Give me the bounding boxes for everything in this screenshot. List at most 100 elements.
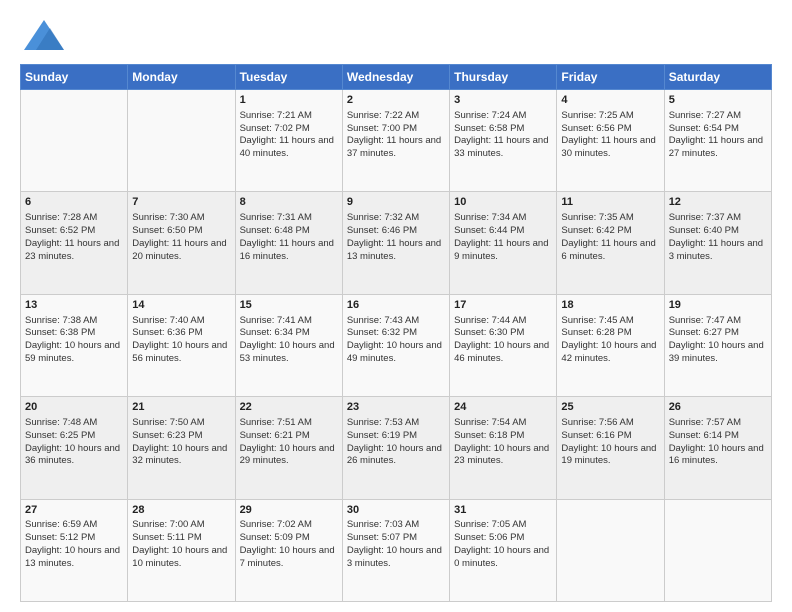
calendar-cell: 24Sunrise: 7:54 AMSunset: 6:18 PMDayligh… (450, 397, 557, 499)
day-info: Daylight: 11 hours and 9 minutes. (454, 238, 552, 264)
day-info: Sunset: 5:09 PM (240, 532, 338, 545)
day-number: 11 (561, 195, 659, 210)
calendar-cell: 15Sunrise: 7:41 AMSunset: 6:34 PMDayligh… (235, 294, 342, 396)
day-info: Daylight: 10 hours and 53 minutes. (240, 340, 338, 366)
day-info: Daylight: 10 hours and 39 minutes. (669, 340, 767, 366)
calendar-cell: 27Sunrise: 6:59 AMSunset: 5:12 PMDayligh… (21, 499, 128, 601)
day-info: Sunset: 6:46 PM (347, 225, 445, 238)
day-info: Sunset: 6:18 PM (454, 430, 552, 443)
day-info: Sunrise: 7:48 AM (25, 417, 123, 430)
week-row-3: 13Sunrise: 7:38 AMSunset: 6:38 PMDayligh… (21, 294, 772, 396)
day-number: 29 (240, 503, 338, 518)
day-info: Daylight: 11 hours and 13 minutes. (347, 238, 445, 264)
calendar-cell: 22 Sunrise: 7:51 AMSunset: 6:21 PMDayligh… (235, 397, 342, 499)
day-info: Daylight: 10 hours and 3 minutes. (347, 545, 445, 571)
day-info: Sunrise: 7:53 AM (347, 417, 445, 430)
day-info: Daylight: 11 hours and 37 minutes. (347, 135, 445, 161)
day-info: Sunrise: 7:31 AM (240, 212, 338, 225)
day-info: Sunset: 6:54 PM (669, 123, 767, 136)
day-info: Sunrise: 7:22 AM (347, 110, 445, 123)
day-number: 30 (347, 503, 445, 518)
day-info: Sunset: 6:52 PM (25, 225, 123, 238)
day-info: Sunset: 6:44 PM (454, 225, 552, 238)
day-info: Daylight: 11 hours and 6 minutes. (561, 238, 659, 264)
day-info: Sunrise: 7:02 AM (240, 519, 338, 532)
day-info: Sunset: 6:25 PM (25, 430, 123, 443)
day-number: 2 (347, 93, 445, 108)
day-info: Sunset: 6:40 PM (669, 225, 767, 238)
day-info: Daylight: 10 hours and 19 minutes. (561, 443, 659, 469)
week-row-1: 1Sunrise: 7:21 AMSunset: 7:02 PMDaylight… (21, 90, 772, 192)
day-number: 8 (240, 195, 338, 210)
day-number: 10 (454, 195, 552, 210)
day-info: Sunset: 6:19 PM (347, 430, 445, 443)
day-info: Daylight: 10 hours and 10 minutes. (132, 545, 230, 571)
day-info: Sunrise: 7:24 AM (454, 110, 552, 123)
calendar-cell: 3Sunrise: 7:24 AMSunset: 6:58 PMDaylight… (450, 90, 557, 192)
day-info: Sunrise: 7:35 AM (561, 212, 659, 225)
day-info: Daylight: 11 hours and 16 minutes. (240, 238, 338, 264)
day-info: Sunrise: 7:21 AM (240, 110, 338, 123)
day-info: Daylight: 10 hours and 23 minutes. (454, 443, 552, 469)
day-info: Sunrise: 7:05 AM (454, 519, 552, 532)
weekday-header-sunday: Sunday (21, 65, 128, 90)
day-number: 1 (240, 93, 338, 108)
day-info: Sunrise: 7:45 AM (561, 315, 659, 328)
day-info: Sunrise: 7:51 AM (240, 417, 338, 430)
day-info: Daylight: 11 hours and 20 minutes. (132, 238, 230, 264)
day-info: Sunset: 6:28 PM (561, 327, 659, 340)
day-info: Daylight: 11 hours and 40 minutes. (240, 135, 338, 161)
weekday-header-wednesday: Wednesday (342, 65, 449, 90)
day-number: 13 (25, 298, 123, 313)
calendar-cell: 28Sunrise: 7:00 AMSunset: 5:11 PMDayligh… (128, 499, 235, 601)
weekday-header-row: SundayMondayTuesdayWednesdayThursdayFrid… (21, 65, 772, 90)
calendar-cell: 14Sunrise: 7:40 AMSunset: 6:36 PMDayligh… (128, 294, 235, 396)
day-info: Sunrise: 7:25 AM (561, 110, 659, 123)
weekday-header-friday: Friday (557, 65, 664, 90)
calendar-cell (664, 499, 771, 601)
day-info: Sunrise: 6:59 AM (25, 519, 123, 532)
day-number: 26 (669, 400, 767, 415)
day-info: Sunset: 6:21 PM (240, 430, 338, 443)
day-number: 15 (240, 298, 338, 313)
day-info: Daylight: 11 hours and 23 minutes. (25, 238, 123, 264)
calendar-cell: 26Sunrise: 7:57 AMSunset: 6:14 PMDayligh… (664, 397, 771, 499)
calendar-cell: 9Sunrise: 7:32 AMSunset: 6:46 PMDaylight… (342, 192, 449, 294)
day-info: Sunset: 7:00 PM (347, 123, 445, 136)
day-info: Sunrise: 7:44 AM (454, 315, 552, 328)
day-number: 21 (132, 400, 230, 415)
calendar-cell (557, 499, 664, 601)
calendar-cell: 8Sunrise: 7:31 AMSunset: 6:48 PMDaylight… (235, 192, 342, 294)
day-info: Sunrise: 7:50 AM (132, 417, 230, 430)
day-number: 18 (561, 298, 659, 313)
day-info: Sunset: 5:11 PM (132, 532, 230, 545)
calendar-cell: 31Sunrise: 7:05 AMSunset: 5:06 PMDayligh… (450, 499, 557, 601)
page: SundayMondayTuesdayWednesdayThursdayFrid… (0, 0, 792, 612)
weekday-header-thursday: Thursday (450, 65, 557, 90)
day-info: Daylight: 10 hours and 36 minutes. (25, 443, 123, 469)
calendar-cell: 4Sunrise: 7:25 AMSunset: 6:56 PMDaylight… (557, 90, 664, 192)
day-info: Sunrise: 7:43 AM (347, 315, 445, 328)
calendar-cell: 18 Sunrise: 7:45 AMSunset: 6:28 PMDayligh… (557, 294, 664, 396)
calendar-cell: 5Sunrise: 7:27 AMSunset: 6:54 PMDaylight… (664, 90, 771, 192)
day-info: Daylight: 10 hours and 49 minutes. (347, 340, 445, 366)
day-number: 20 (25, 400, 123, 415)
day-number: 7 (132, 195, 230, 210)
calendar-cell: 13Sunrise: 7:38 AMSunset: 6:38 PMDayligh… (21, 294, 128, 396)
day-info: Sunset: 7:02 PM (240, 123, 338, 136)
day-info: Daylight: 10 hours and 46 minutes. (454, 340, 552, 366)
day-info: Sunset: 6:27 PM (669, 327, 767, 340)
day-info: Daylight: 10 hours and 42 minutes. (561, 340, 659, 366)
header (20, 16, 772, 56)
day-number: 27 (25, 503, 123, 518)
calendar-cell: 30Sunrise: 7:03 AMSunset: 5:07 PMDayligh… (342, 499, 449, 601)
day-info: Sunrise: 7:57 AM (669, 417, 767, 430)
day-number: 22 (240, 400, 338, 415)
day-number: 19 (669, 298, 767, 313)
day-info: Sunrise: 7:30 AM (132, 212, 230, 225)
day-number: 25 (561, 400, 659, 415)
day-info: Sunset: 6:38 PM (25, 327, 123, 340)
day-info: Sunrise: 7:40 AM (132, 315, 230, 328)
day-info: Daylight: 10 hours and 29 minutes. (240, 443, 338, 469)
calendar-cell: 7Sunrise: 7:30 AMSunset: 6:50 PMDaylight… (128, 192, 235, 294)
